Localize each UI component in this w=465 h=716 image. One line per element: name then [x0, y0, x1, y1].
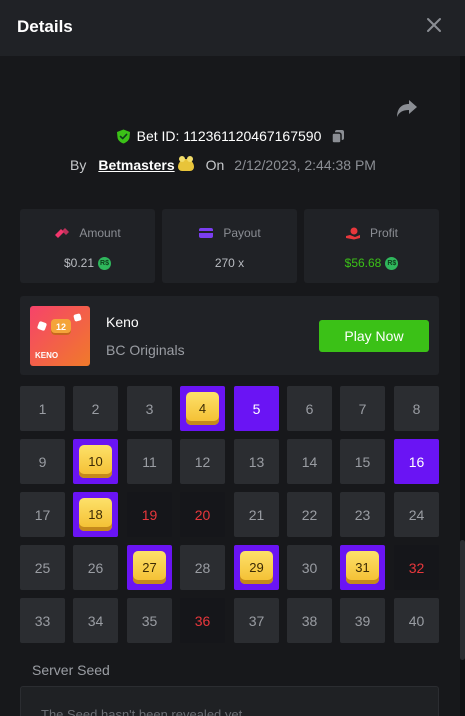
bet-date: 2/12/2023, 2:44:38 PM [234, 157, 376, 173]
hand-coin-icon [345, 227, 360, 239]
by-label: By [70, 157, 87, 173]
keno-cell-40: 40 [394, 598, 439, 643]
coin-icon: R$ [98, 256, 112, 270]
keno-cell-6: 6 [287, 386, 332, 431]
keno-cell-35: 35 [127, 598, 172, 643]
keno-cell-31: 31 [340, 545, 385, 590]
keno-cell-7: 7 [340, 386, 385, 431]
game-card: 12 KENO Keno BC Originals Play Now [20, 296, 439, 375]
wallet-icon [199, 228, 214, 238]
keno-cell-34: 34 [73, 598, 118, 643]
dice-icon [73, 313, 82, 322]
keno-cell-27: 27 [127, 545, 172, 590]
keno-cell-9: 9 [20, 439, 65, 484]
stat-amount: Amount $0.21 R$ [20, 209, 155, 283]
details-title: Details [17, 17, 73, 36]
stat-payout: Payout 270 x [162, 209, 297, 283]
server-seed-field: The Seed hasn't been revealed yet [20, 686, 439, 716]
keno-cell-12: 12 [180, 439, 225, 484]
stat-profit-label: Profit [369, 226, 398, 240]
keno-cell-25: 25 [20, 545, 65, 590]
stat-profit-value: $56.68 [344, 256, 382, 270]
details-header: Details [0, 0, 465, 56]
keno-cell-17: 17 [20, 492, 65, 537]
keno-cell-23: 23 [340, 492, 385, 537]
stat-profit: Profit $56.68 R$ [304, 209, 439, 283]
stat-amount-label: Amount [79, 226, 121, 240]
thumb-label: KENO [35, 351, 59, 360]
gem-icon: 31 [346, 551, 379, 584]
keno-cell-26: 26 [73, 545, 118, 590]
keno-cell-8: 8 [394, 386, 439, 431]
coins-icon [55, 228, 70, 238]
gem-icon: 27 [133, 551, 166, 584]
gem-icon: 10 [79, 445, 112, 478]
stat-amount-value: $0.21 [63, 256, 95, 270]
keno-cell-22: 22 [287, 492, 332, 537]
keno-cell-28: 28 [180, 545, 225, 590]
bet-id-row: Bet ID: 112361120467167590 [0, 128, 465, 148]
gem-icon: 18 [79, 498, 112, 531]
keno-cell-5: 5 [234, 386, 279, 431]
scrollbar-thumb[interactable] [460, 540, 465, 660]
game-name: Keno [106, 314, 139, 330]
keno-cell-21: 21 [234, 492, 279, 537]
copy-icon[interactable] [331, 129, 345, 144]
keno-cell-20: 20 [180, 492, 225, 537]
verified-shield-icon [116, 129, 130, 143]
keno-cell-36: 36 [180, 598, 225, 643]
share-icon[interactable] [396, 98, 418, 118]
game-provider: BC Originals [106, 342, 185, 358]
keno-cell-19: 19 [127, 492, 172, 537]
gem-icon: 29 [240, 551, 273, 584]
keno-cell-30: 30 [287, 545, 332, 590]
player-link[interactable]: Betmasters [98, 157, 174, 173]
keno-cell-16: 16 [394, 439, 439, 484]
keno-cell-1: 1 [20, 386, 65, 431]
keno-cell-18: 18 [73, 492, 118, 537]
keno-cell-39: 39 [340, 598, 385, 643]
keno-cell-2: 2 [73, 386, 118, 431]
keno-cell-14: 14 [287, 439, 332, 484]
keno-cell-10: 10 [73, 439, 118, 484]
stat-payout-label: Payout [223, 226, 261, 240]
keno-cell-13: 13 [234, 439, 279, 484]
coin-icon: R$ [385, 256, 399, 270]
bet-id: Bet ID: 112361120467167590 [136, 128, 322, 144]
keno-cell-37: 37 [234, 598, 279, 643]
keno-cell-29: 29 [234, 545, 279, 590]
frog-badge-icon [177, 156, 194, 171]
bet-stats: Amount $0.21 R$ Payout 270 x Profit $56.… [20, 209, 439, 283]
server-seed-label: Server Seed [32, 662, 110, 678]
thumb-ball: 12 [51, 319, 71, 335]
on-label: On [205, 157, 225, 173]
gem-icon: 4 [186, 392, 219, 425]
keno-cell-24: 24 [394, 492, 439, 537]
keno-cell-38: 38 [287, 598, 332, 643]
play-now-button[interactable]: Play Now [319, 320, 429, 352]
keno-cell-11: 11 [127, 439, 172, 484]
keno-cell-3: 3 [127, 386, 172, 431]
keno-cell-4: 4 [180, 386, 225, 431]
server-seed-value: The Seed hasn't been revealed yet [41, 707, 243, 716]
bet-meta-row: By Betmasters On 2/12/2023, 2:44:38 PM [70, 155, 376, 175]
close-icon[interactable] [425, 16, 443, 34]
stat-payout-value: 270 x [214, 256, 245, 270]
keno-cell-33: 33 [20, 598, 65, 643]
keno-cell-15: 15 [340, 439, 385, 484]
dice-icon [36, 320, 48, 332]
keno-cell-32: 32 [394, 545, 439, 590]
keno-thumbnail[interactable]: 12 KENO [30, 306, 90, 366]
